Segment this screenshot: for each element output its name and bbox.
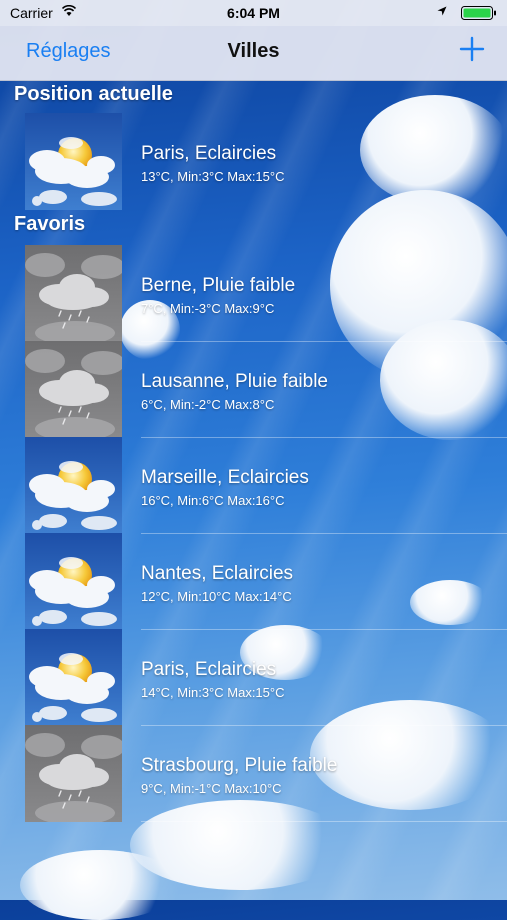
city-row[interactable]: Paris, Eclaircies 13°C, Min:3°C Max:15°C <box>0 113 507 210</box>
weather-thumbnail <box>25 533 122 630</box>
partly-cloudy-sun-icon <box>25 113 122 210</box>
section-header-favorites: Favoris <box>14 213 86 235</box>
city-temperatures: 13°C, Min:3°C Max:15°C <box>141 169 285 184</box>
location-arrow-icon <box>437 6 447 16</box>
city-row[interactable]: Marseille, Eclaircies 16°C, Min:6°C Max:… <box>0 437 507 534</box>
light-rain-icon <box>25 341 122 438</box>
city-row[interactable]: Strasbourg, Pluie faible 9°C, Min:-1°C M… <box>0 725 507 822</box>
weather-thumbnail <box>25 629 122 726</box>
city-row[interactable]: Berne, Pluie faible 7°C, Min:-3°C Max:9°… <box>0 245 507 342</box>
city-temperatures: 7°C, Min:-3°C Max:9°C <box>141 301 275 316</box>
city-temperatures: 16°C, Min:6°C Max:16°C <box>141 493 285 508</box>
weather-thumbnail <box>25 245 122 342</box>
city-row[interactable]: Lausanne, Pluie faible 6°C, Min:-2°C Max… <box>0 341 507 438</box>
city-row[interactable]: Paris, Eclaircies 14°C, Min:3°C Max:15°C <box>0 629 507 726</box>
city-temperatures: 12°C, Min:10°C Max:14°C <box>141 589 292 604</box>
row-separator <box>141 821 507 822</box>
city-temperatures: 14°C, Min:3°C Max:15°C <box>141 685 285 700</box>
add-city-button[interactable] <box>457 34 487 64</box>
partly-cloudy-sun-icon <box>25 629 122 726</box>
navigation-bar: Réglages Villes <box>0 26 507 81</box>
page-title: Villes <box>227 40 280 62</box>
city-name: Nantes, Eclaircies <box>141 563 294 584</box>
city-name: Paris, Eclaircies <box>141 143 277 164</box>
city-name: Strasbourg, Pluie faible <box>141 755 338 776</box>
weather-thumbnail <box>25 113 122 210</box>
battery-icon <box>461 6 496 20</box>
city-name: Paris, Eclaircies <box>141 659 277 680</box>
partly-cloudy-sun-icon <box>25 533 122 630</box>
city-name: Lausanne, Pluie faible <box>141 371 328 392</box>
city-row[interactable]: Nantes, Eclaircies 12°C, Min:10°C Max:14… <box>0 533 507 630</box>
city-temperatures: 6°C, Min:-2°C Max:8°C <box>141 397 275 412</box>
weather-thumbnail <box>25 341 122 438</box>
partly-cloudy-sun-icon <box>25 437 122 534</box>
status-bar: Carrier 6:04 PM <box>0 0 507 26</box>
light-rain-icon <box>25 245 122 342</box>
cloud-decoration <box>20 850 180 920</box>
status-time: 6:04 PM <box>227 5 280 21</box>
city-name: Berne, Pluie faible <box>141 275 296 296</box>
city-name: Marseille, Eclaircies <box>141 467 309 488</box>
weather-thumbnail <box>25 437 122 534</box>
weather-thumbnail <box>25 725 122 822</box>
light-rain-icon <box>25 725 122 822</box>
section-header-current: Position actuelle <box>14 83 173 105</box>
city-temperatures: 9°C, Min:-1°C Max:10°C <box>141 781 282 796</box>
